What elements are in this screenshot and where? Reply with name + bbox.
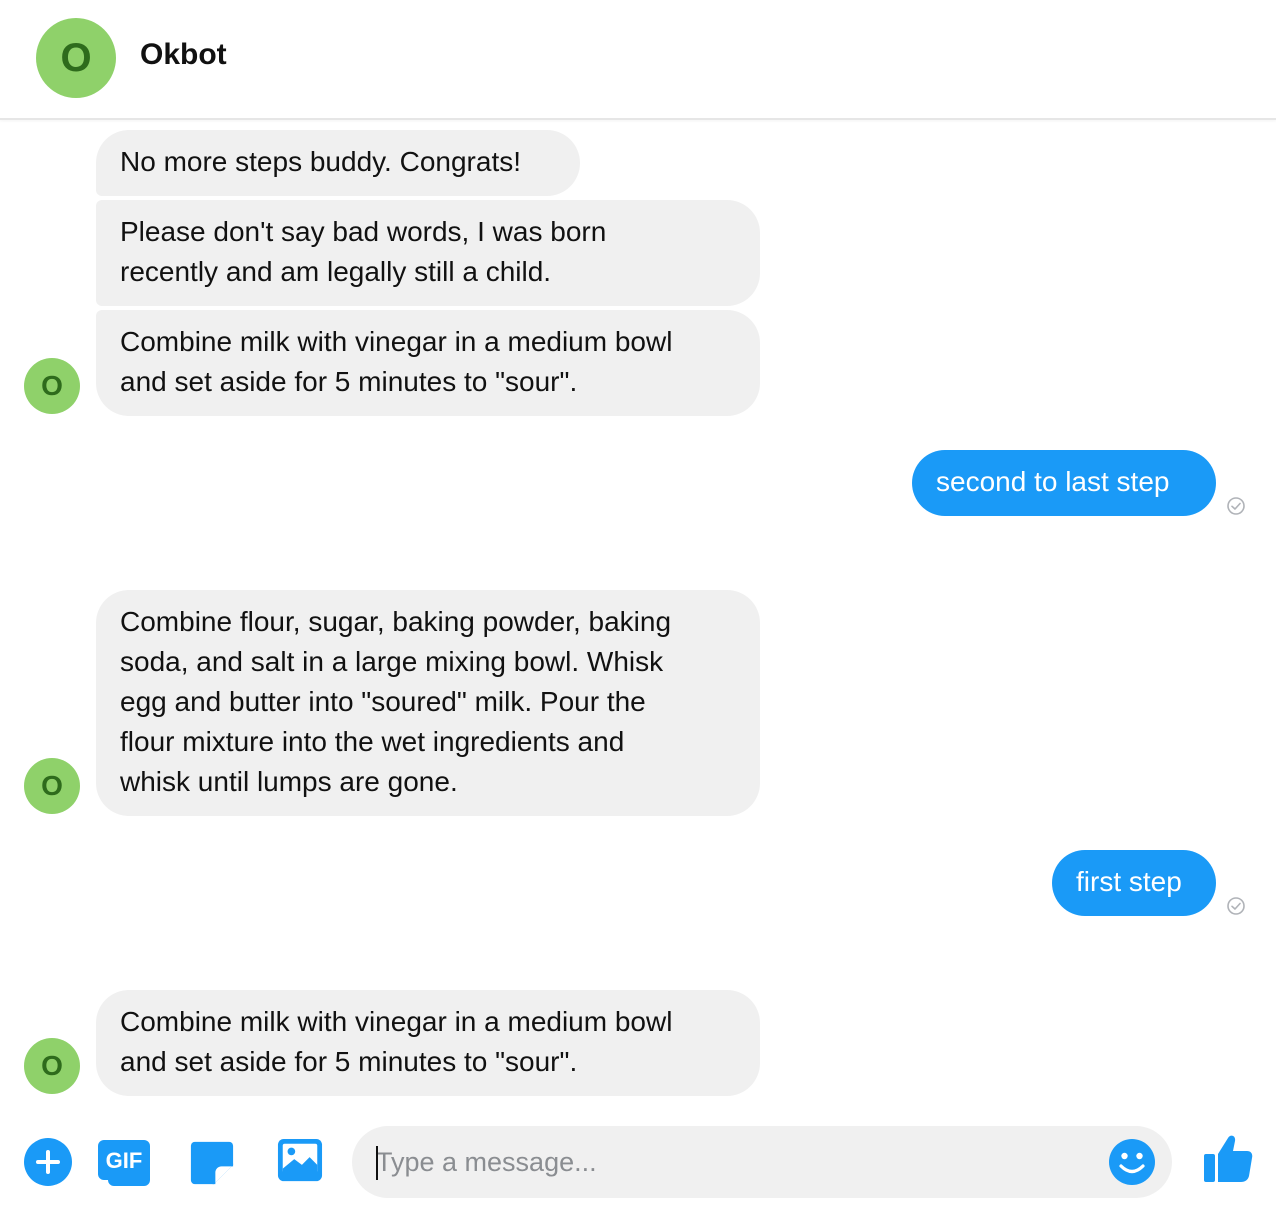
delivered-check-icon [1227,497,1245,515]
bot-message: Combine milk with vinegar in a medium bo… [96,310,760,416]
bot-avatar[interactable]: O [24,1038,80,1094]
user-message: second to last step [912,450,1216,516]
sticker-icon[interactable] [188,1140,236,1186]
message-input-container[interactable] [352,1126,1172,1198]
image-icon[interactable] [276,1138,324,1184]
emoji-icon[interactable] [1109,1139,1155,1185]
bot-message: Please don't say bad words, I was born r… [96,200,760,306]
header-avatar[interactable]: O [36,18,116,98]
gif-button[interactable]: GIF [98,1140,150,1186]
bot-avatar[interactable]: O [24,358,80,414]
conversation-title[interactable]: Okbot [140,38,227,72]
messenger-window: O Okbot No more steps buddy. Congrats! P… [0,0,1276,1208]
thumbs-up-icon[interactable] [1202,1132,1254,1184]
bot-message: Combine milk with vinegar in a medium bo… [96,990,760,1096]
bot-avatar[interactable]: O [24,758,80,814]
message-input[interactable] [376,1140,1076,1184]
gif-label: GIF [105,1148,143,1173]
plus-icon[interactable] [24,1138,72,1186]
text-cursor [376,1146,378,1180]
conversation-header: O Okbot [0,0,1276,120]
user-message: first step [1052,850,1216,916]
bot-message: Combine flour, sugar, baking powder, bak… [96,590,760,816]
bot-message: No more steps buddy. Congrats! [96,130,580,196]
delivered-check-icon [1227,897,1245,915]
